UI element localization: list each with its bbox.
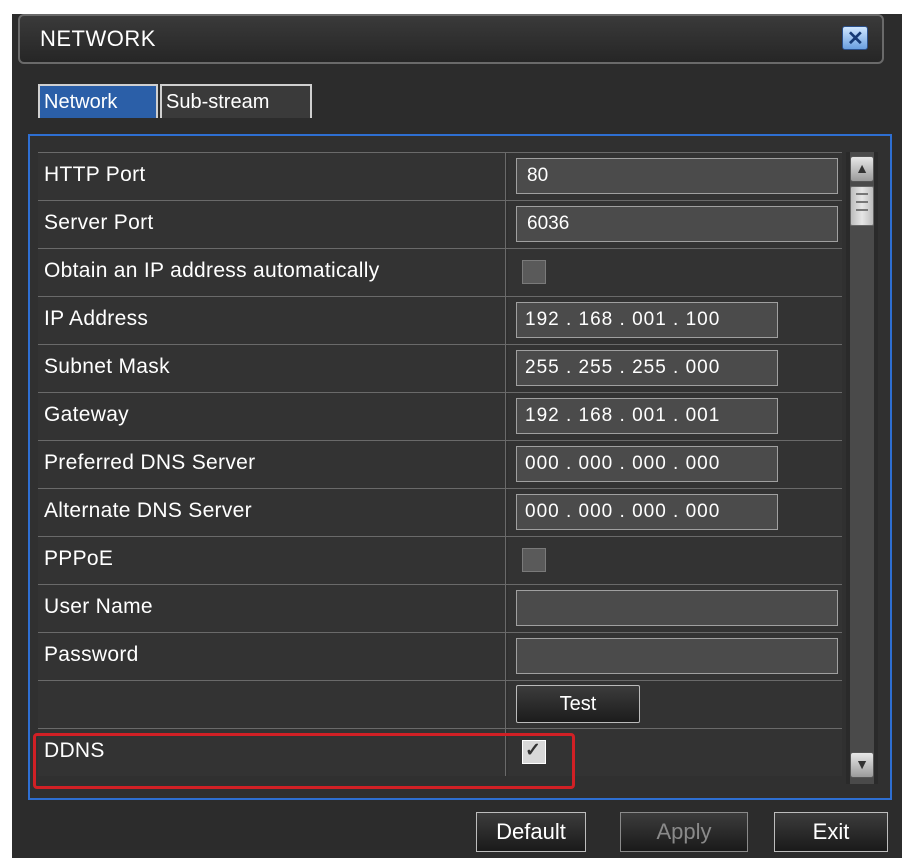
- setting-control-cell: 192 . 168 . 001 . 100: [508, 297, 842, 344]
- scroll-track[interactable]: [850, 152, 874, 784]
- ddns-checkbox[interactable]: ✓: [522, 740, 546, 764]
- setting-row-http-port: HTTP Port 80: [38, 152, 842, 200]
- setting-row-obtain-an-ip-address-automatically: Obtain an IP address automatically: [38, 248, 842, 296]
- setting-control-cell: ✓: [508, 729, 842, 776]
- ip-address-field[interactable]: 192 . 168 . 001 . 100: [516, 302, 778, 338]
- setting-control-cell: 6036: [508, 201, 842, 248]
- setting-control-cell: Test: [508, 681, 842, 728]
- setting-label: PPPoE: [38, 537, 506, 584]
- setting-control-cell: 000 . 000 . 000 . 000: [508, 489, 842, 536]
- setting-control-cell: [508, 633, 842, 680]
- tab-sub-stream[interactable]: Sub-stream: [160, 84, 312, 118]
- setting-control-cell: 192 . 168 . 001 . 001: [508, 393, 842, 440]
- exit-button[interactable]: Exit: [774, 812, 888, 852]
- setting-label: [38, 681, 506, 728]
- scroll-up-button[interactable]: ▲: [850, 156, 874, 182]
- subnet-mask-field[interactable]: 255 . 255 . 255 . 000: [516, 350, 778, 386]
- password-field[interactable]: [516, 638, 838, 674]
- pppoe-checkbox[interactable]: [522, 548, 546, 572]
- dialog-title: NETWORK: [40, 26, 156, 51]
- alternate-dns-server-field[interactable]: 000 . 000 . 000 . 000: [516, 494, 778, 530]
- setting-label: Preferred DNS Server: [38, 441, 506, 488]
- setting-label: Subnet Mask: [38, 345, 506, 392]
- setting-row-ddns: DDNS ✓: [38, 728, 842, 776]
- setting-row-test: Test: [38, 680, 842, 728]
- setting-label: DDNS: [38, 729, 506, 776]
- chevron-up-icon: ▲: [855, 160, 869, 176]
- chevron-down-icon: ▼: [855, 756, 869, 772]
- setting-row-pppoe: PPPoE: [38, 536, 842, 584]
- setting-control-cell: [508, 249, 842, 296]
- setting-label: Gateway: [38, 393, 506, 440]
- setting-control-cell: 000 . 000 . 000 . 000: [508, 441, 842, 488]
- scrollbar[interactable]: ▲ ▼: [846, 152, 878, 784]
- test-button[interactable]: Test: [516, 685, 640, 723]
- setting-control-cell: 255 . 255 . 255 . 000: [508, 345, 842, 392]
- setting-row-user-name: User Name: [38, 584, 842, 632]
- setting-label: Password: [38, 633, 506, 680]
- setting-label: Alternate DNS Server: [38, 489, 506, 536]
- setting-label: Server Port: [38, 201, 506, 248]
- preferred-dns-server-field[interactable]: 000 . 000 . 000 . 000: [516, 446, 778, 482]
- setting-label: User Name: [38, 585, 506, 632]
- gateway-field[interactable]: 192 . 168 . 001 . 001: [516, 398, 778, 434]
- setting-row-subnet-mask: Subnet Mask 255 . 255 . 255 . 000: [38, 344, 842, 392]
- close-icon: ✕: [847, 28, 864, 50]
- setting-label: Obtain an IP address automatically: [38, 249, 506, 296]
- setting-row-gateway: Gateway 192 . 168 . 001 . 001: [38, 392, 842, 440]
- setting-row-server-port: Server Port 6036: [38, 200, 842, 248]
- user-name-field[interactable]: [516, 590, 838, 626]
- setting-label: IP Address: [38, 297, 506, 344]
- default-button[interactable]: Default: [476, 812, 586, 852]
- obtain-an-ip-address-automatically-checkbox[interactable]: [522, 260, 546, 284]
- title-bar: NETWORK ✕: [18, 14, 884, 64]
- apply-button[interactable]: Apply: [620, 812, 748, 852]
- tab-network[interactable]: Network: [38, 84, 158, 118]
- setting-row-ip-address: IP Address 192 . 168 . 001 . 100: [38, 296, 842, 344]
- setting-control-cell: [508, 537, 842, 584]
- close-button[interactable]: ✕: [842, 26, 868, 50]
- scroll-thumb[interactable]: [850, 186, 874, 226]
- setting-control-cell: 80: [508, 153, 842, 200]
- setting-control-cell: [508, 585, 842, 632]
- setting-row-alternate-dns-server: Alternate DNS Server 000 . 000 . 000 . 00…: [38, 488, 842, 536]
- server-port-field[interactable]: 6036: [516, 206, 838, 242]
- scroll-down-button[interactable]: ▼: [850, 752, 874, 778]
- http-port-field[interactable]: 80: [516, 158, 838, 194]
- check-icon: ✓: [525, 740, 541, 761]
- setting-row-preferred-dns-server: Preferred DNS Server 000 . 000 . 000 . 00…: [38, 440, 842, 488]
- setting-row-password: Password: [38, 632, 842, 680]
- setting-label: HTTP Port: [38, 153, 506, 200]
